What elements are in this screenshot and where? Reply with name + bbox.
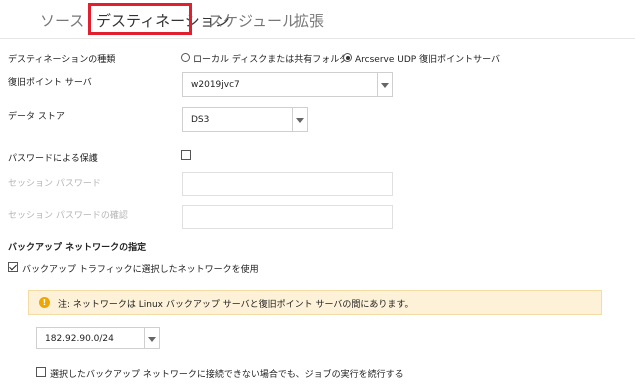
use-selected-network-label[interactable]: バックアップ トラフィックに選択したネットワークを使用	[22, 262, 259, 275]
radio-local-disk-label[interactable]: ローカル ディスクまたは共有フォルダ	[193, 52, 348, 65]
backup-network-dropdown-button[interactable]	[144, 328, 159, 348]
data-store-value: DS3	[191, 115, 210, 125]
session-password-label: セッション パスワード	[8, 179, 101, 189]
recovery-point-server-value: w2019jvc7	[191, 80, 240, 90]
data-store-dropdown-button[interactable]	[292, 108, 307, 131]
network-note-text: 注: ネットワークは Linux バックアップ サーバと復旧ポイント サーバの間…	[58, 300, 414, 310]
warning-icon: !	[39, 297, 50, 308]
tab-schedule[interactable]: スケジュール	[208, 10, 297, 31]
radio-local-disk[interactable]	[181, 53, 190, 62]
radio-recovery-point-server[interactable]	[343, 53, 352, 62]
destination-type-label: デスティネーションの種類	[8, 55, 116, 65]
backup-network-value: 182.92.90.0/24	[45, 334, 114, 344]
recovery-point-server-dropdown-button[interactable]	[377, 73, 392, 96]
session-password-input[interactable]	[182, 172, 393, 196]
session-password-confirm-input[interactable]	[182, 205, 393, 229]
data-store-select[interactable]: DS3	[182, 107, 308, 132]
backup-network-heading: バックアップ ネットワークの指定	[8, 243, 147, 253]
password-protection-label: パスワードによる保護	[8, 154, 98, 164]
continue-on-failure-checkbox[interactable]	[36, 367, 46, 377]
chevron-down-icon	[381, 83, 389, 88]
data-store-label: データ ストア	[8, 112, 65, 122]
active-tab-highlight	[88, 3, 192, 35]
network-note-banner: ! 注: ネットワークは Linux バックアップ サーバと復旧ポイント サーバ…	[28, 290, 602, 315]
recovery-point-server-select[interactable]: w2019jvc7	[182, 72, 393, 97]
recovery-point-server-label: 復旧ポイント サーバ	[8, 78, 92, 88]
session-password-confirm-label: セッション パスワードの確認	[8, 211, 128, 221]
backup-network-select[interactable]: 182.92.90.0/24	[36, 327, 160, 349]
radio-recovery-point-server-label[interactable]: Arcserve UDP 復旧ポイントサーバ	[355, 52, 500, 65]
tab-divider	[0, 38, 635, 39]
chevron-down-icon	[148, 337, 156, 342]
continue-on-failure-label[interactable]: 選択したバックアップ ネットワークに接続できない場合でも、ジョブの実行を続行する	[50, 367, 404, 380]
password-protection-checkbox[interactable]	[181, 150, 191, 160]
tab-advanced[interactable]: 拡張	[294, 10, 324, 31]
chevron-down-icon	[296, 118, 304, 123]
tab-source[interactable]: ソース	[40, 10, 84, 31]
use-selected-network-checkbox[interactable]	[8, 262, 18, 272]
